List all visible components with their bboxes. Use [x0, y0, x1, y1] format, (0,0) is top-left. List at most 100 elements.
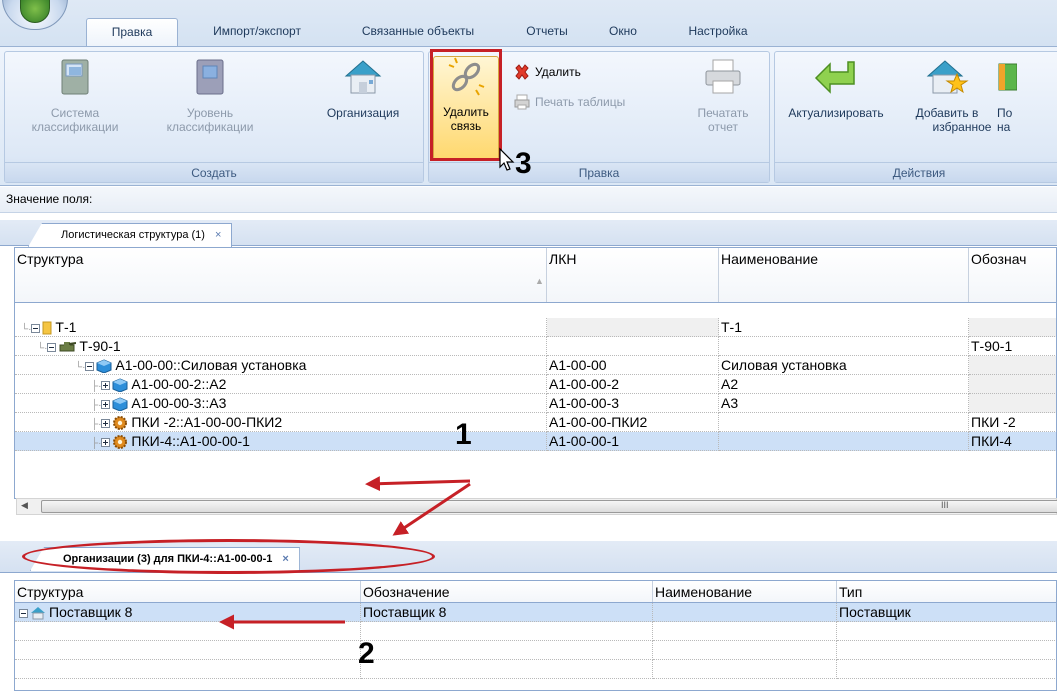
mouse-cursor-icon: [499, 147, 515, 171]
expand-icon[interactable]: [101, 418, 111, 428]
cell-name: [719, 337, 969, 356]
cell-structure: └· А1-00-00::Силовая установка: [15, 356, 547, 375]
grid-header: Структура Обозначение Наименование Тип: [15, 581, 1056, 603]
col-name[interactable]: Наименование: [653, 581, 837, 602]
tab-import-export[interactable]: Импорт/экспорт: [192, 18, 322, 46]
table-row[interactable]: └· Т-1 Т-1: [15, 318, 1056, 337]
table-row[interactable]: ├· А1-00-00-2::А2 А1-00-00-2 А2: [15, 375, 1056, 394]
cell-name: Силовая установка: [719, 356, 969, 375]
col-designation[interactable]: Обозначение: [361, 581, 653, 602]
label-line2: на: [997, 120, 1011, 134]
cell-designation: [969, 356, 1056, 375]
print-report-button[interactable]: Печатать отчет: [681, 58, 765, 134]
cell-name: А2: [719, 375, 969, 394]
refresh-button[interactable]: Актуализировать: [777, 58, 895, 120]
cell-name: [653, 603, 837, 622]
structure-text: ПКИ-4::А1-00-00-1: [131, 433, 250, 449]
expand-icon[interactable]: [101, 399, 111, 409]
scroll-grip: III: [941, 500, 949, 510]
tab-reports[interactable]: Отчеты: [512, 18, 582, 46]
expand-icon[interactable]: [101, 380, 111, 390]
col-structure[interactable]: Структура ▲: [15, 248, 547, 302]
tab-linked-objects[interactable]: Связанные объекты: [338, 18, 498, 46]
printer-icon: [705, 59, 741, 94]
table-row[interactable]: └· А1-00-00::Силовая установка А1-00-00 С…: [15, 356, 1056, 375]
cube-icon: [112, 397, 128, 412]
col-structure[interactable]: Структура: [15, 581, 361, 602]
green-arrow-icon: [814, 61, 855, 94]
classification-system-button[interactable]: Система классификации: [9, 58, 141, 134]
tab-window[interactable]: Окно: [593, 18, 653, 46]
classification-level-button[interactable]: Уровень классификации: [145, 58, 275, 134]
col-designation-label: Обознач: [971, 251, 1027, 267]
delete-label: Удалить: [535, 65, 581, 79]
tab-pravka[interactable]: Правка: [86, 18, 178, 46]
organization-button[interactable]: Организация: [305, 58, 421, 120]
highlight-organizations-tab: [22, 539, 435, 574]
structure-text: А1-00-00-3::А3: [131, 395, 227, 411]
label-line1: Печатать: [697, 106, 749, 120]
house-icon: [31, 607, 45, 620]
structure-text: А1-00-00-2::А2: [131, 376, 227, 392]
organization-label: Организация: [326, 106, 400, 120]
add-to-favorites-button[interactable]: Добавить в избранное: [901, 58, 993, 134]
field-value-label: Значение поля:: [6, 192, 93, 206]
collapse-icon[interactable]: [47, 342, 57, 352]
table-row-selected[interactable]: Поставщик 8 Поставщик 8 Поставщик: [15, 603, 1056, 622]
cell-name: А3: [719, 394, 969, 413]
close-icon[interactable]: ×: [215, 229, 221, 241]
col-lkn-label: ЛКН: [549, 251, 577, 267]
cell-designation: [969, 394, 1056, 413]
label-line1: По: [997, 106, 1013, 120]
print-table-label: Печать таблицы: [535, 95, 626, 109]
collapse-icon[interactable]: [85, 361, 95, 371]
table-row-selected[interactable]: ├· ПКИ-4::А1-00-00-1 А1-00-00-1 ПКИ-4: [15, 432, 1056, 451]
cell-name: [719, 413, 969, 432]
structure-text: ПКИ -2::А1-00-00-ПКИ2: [131, 414, 283, 430]
scroll-thumb[interactable]: [41, 500, 1057, 513]
table-row[interactable]: ├· ПКИ -2::А1-00-00-ПКИ2 А1-00-00-ПКИ2 ПК…: [15, 413, 1056, 432]
col-name[interactable]: Наименование: [719, 248, 969, 302]
structure-text: Т-90-1: [79, 338, 121, 354]
tank-icon: [59, 342, 77, 352]
collapse-icon[interactable]: [31, 323, 41, 333]
group-create: Система классификации Уровень классификаци…: [4, 51, 424, 183]
cell-structure: └· Т-90-1: [15, 337, 547, 356]
tab-label: Логистическая структура (1): [61, 229, 205, 241]
label-line1: Уровень: [186, 106, 234, 120]
printer-small-icon: [514, 94, 530, 110]
delete-button[interactable]: Удалить: [513, 62, 581, 82]
tab-logistics-structure[interactable]: Логистическая структура (1) ×: [28, 223, 233, 247]
next-action-button[interactable]: По на: [997, 58, 1057, 134]
table-row[interactable]: ├· А1-00-00-3::А3 А1-00-00-3 А3: [15, 394, 1056, 413]
col-lkn[interactable]: ЛКН: [547, 248, 719, 302]
refresh-label: Актуализировать: [788, 106, 884, 120]
print-table-button[interactable]: Печать таблицы: [513, 92, 625, 112]
horizontal-scrollbar[interactable]: ◀ III: [16, 498, 1057, 515]
gear-icon: [113, 416, 128, 431]
book-icon: [61, 59, 89, 95]
col-designation[interactable]: Обознач: [969, 248, 1056, 302]
scroll-left-icon[interactable]: ◀: [21, 500, 28, 511]
map-icon: [998, 63, 1017, 91]
tab-settings[interactable]: Настройка: [668, 18, 768, 46]
house-icon: [344, 60, 382, 94]
structure-text: Поставщик 8: [49, 604, 133, 620]
cell-structure: ├· А1-00-00-3::А3: [15, 394, 547, 413]
expand-icon[interactable]: [101, 437, 111, 447]
cell-name: [719, 432, 969, 451]
group-create-label: Создать: [5, 162, 423, 182]
col-name-label: Наименование: [721, 251, 819, 267]
col-type[interactable]: Тип: [837, 581, 1056, 602]
table-row[interactable]: └· Т-90-1 Т-90-1: [15, 337, 1056, 356]
cell-designation: [969, 318, 1056, 337]
field-value-bar: Значение поля:: [0, 187, 1057, 213]
cube-icon: [112, 378, 128, 393]
app-logo-icon: [20, 0, 50, 23]
cell-structure: Поставщик 8: [15, 603, 361, 622]
collapse-icon[interactable]: [19, 608, 28, 618]
logistics-grid: Структура ▲ ЛКН Наименование Обознач └· Т-…: [14, 247, 1057, 499]
application-menu-button[interactable]: [2, 0, 68, 30]
label-line2: классификации: [166, 120, 254, 134]
group-edit-label: Правка: [429, 162, 769, 182]
